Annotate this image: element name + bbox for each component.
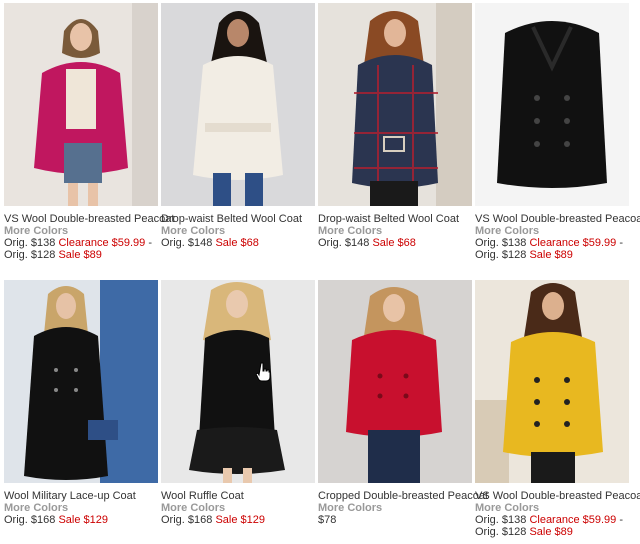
product-image[interactable] [475, 280, 629, 483]
product-title[interactable]: Cropped Double-breasted Peacoat [318, 490, 488, 502]
orig-price: Orig. $138 [475, 237, 527, 249]
sale-price: $129 [83, 514, 109, 526]
clearance-price: $59.99 [582, 237, 617, 249]
orig-price-2: $128 [501, 526, 527, 538]
sale-price: $89 [554, 249, 573, 261]
product-image[interactable] [161, 3, 315, 206]
product-image[interactable] [318, 3, 472, 206]
clearance-label: Clearance [529, 514, 580, 526]
sale-label: Sale [215, 237, 238, 249]
sale-price: $89 [554, 526, 573, 538]
clearance-price: $59.99 [582, 514, 617, 526]
price-line: Orig. $138 Clearance $59.99 - Orig. $128… [475, 237, 631, 261]
price-line: Orig. $148 Sale $68 [161, 237, 317, 249]
product-image[interactable] [4, 280, 158, 483]
product-title[interactable]: VS Wool Double-breasted Peacoat [4, 213, 174, 225]
price-line: Orig. $168 Sale $129 [161, 514, 317, 526]
sale-label: Sale [529, 526, 552, 538]
more-colors-link[interactable]: More Colors [4, 225, 160, 237]
orig-price: Orig. $138 [4, 237, 56, 249]
sale-price: $68 [240, 237, 259, 249]
price-line: Orig. $138 Clearance $59.99 - Orig. $128… [4, 237, 160, 261]
orig-price: Orig. $148 [161, 237, 213, 249]
clearance-label: Clearance [529, 237, 580, 249]
sale-label: Sale [58, 514, 81, 526]
price-line: Orig. $138 Clearance $59.99 - Orig. $128… [475, 514, 631, 538]
more-colors-link[interactable]: More Colors [161, 225, 317, 237]
product-image[interactable] [161, 280, 315, 483]
more-colors-link[interactable]: More Colors [475, 502, 631, 514]
sale-price: $68 [397, 237, 416, 249]
product-image[interactable] [318, 280, 472, 483]
clearance-price: $59.99 [111, 237, 146, 249]
more-colors-link[interactable]: More Colors [318, 225, 474, 237]
more-colors-link[interactable]: More Colors [4, 502, 160, 514]
orig-price-2: $128 [501, 249, 527, 261]
sale-label: Sale [215, 514, 238, 526]
product-title[interactable]: Drop-waist Belted Wool Coat [318, 213, 474, 225]
more-colors-link[interactable]: More Colors [161, 502, 317, 514]
product-title[interactable]: VS Wool Double-breasted Peacoat [475, 213, 640, 225]
product-title[interactable]: VS Wool Double-breasted Peacoat [475, 490, 640, 502]
more-colors-link[interactable]: More Colors [318, 502, 474, 514]
orig-price: Orig. $168 [161, 514, 213, 526]
sale-label: Sale [529, 249, 552, 261]
product-image[interactable] [475, 3, 629, 206]
orig-price: Orig. $168 [4, 514, 56, 526]
price-line: Orig. $148 Sale $68 [318, 237, 474, 249]
orig-price-2: $128 [30, 249, 56, 261]
sale-label: Sale [372, 237, 395, 249]
price-line: Orig. $168 Sale $129 [4, 514, 160, 526]
more-colors-link[interactable]: More Colors [475, 225, 631, 237]
product-title[interactable]: Drop-waist Belted Wool Coat [161, 213, 317, 225]
product-title[interactable]: Wool Ruffle Coat [161, 490, 317, 502]
product-title[interactable]: Wool Military Lace-up Coat [4, 490, 160, 502]
sale-price: $129 [240, 514, 266, 526]
price-line: $78 [318, 514, 337, 526]
orig-price: Orig. $148 [318, 237, 370, 249]
sale-label: Sale [58, 249, 81, 261]
product-image[interactable] [4, 3, 158, 206]
sale-price: $89 [83, 249, 102, 261]
clearance-label: Clearance [58, 237, 109, 249]
orig-price: Orig. $138 [475, 514, 527, 526]
hand-cursor-icon [256, 362, 271, 382]
